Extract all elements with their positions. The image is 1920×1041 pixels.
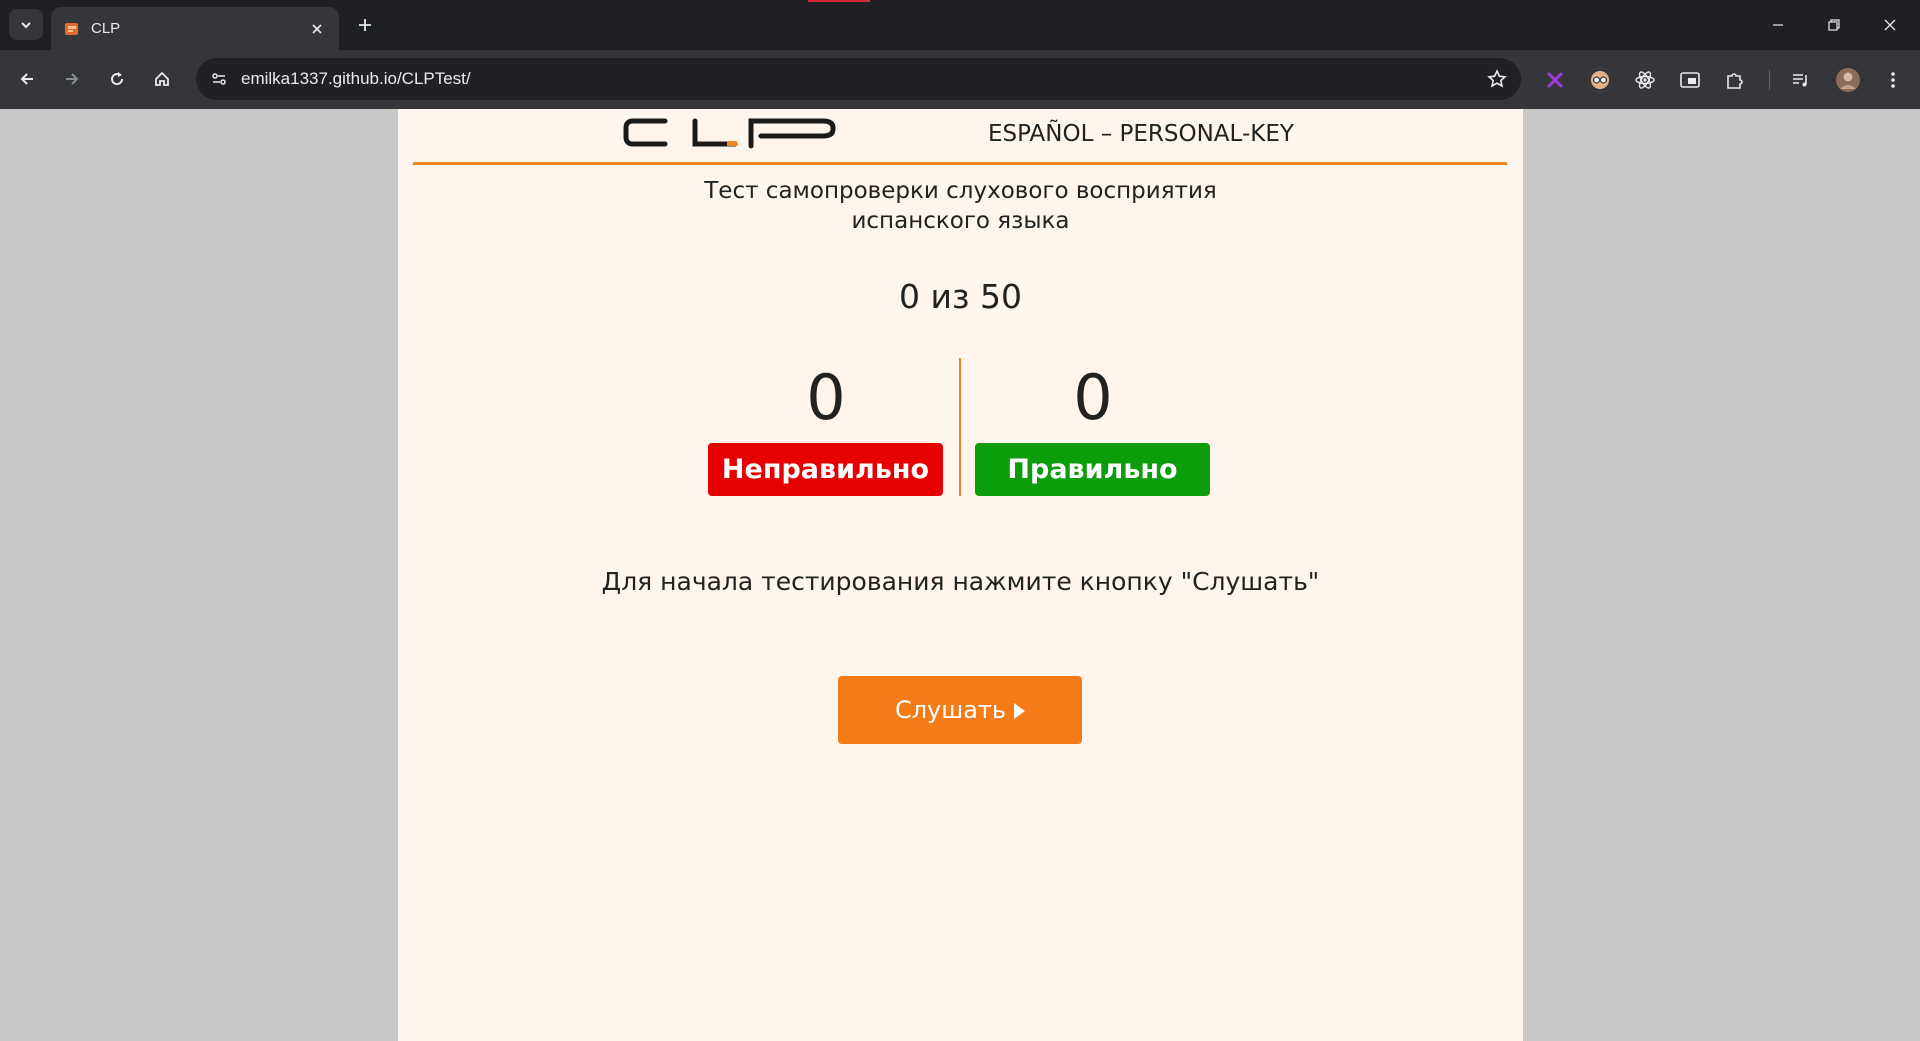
reload-icon — [111, 72, 124, 86]
address-bar[interactable]: emilka1337.github.io/CLPTest/ — [196, 58, 1521, 100]
extension-button-4[interactable] — [1676, 66, 1704, 94]
test-title: Тест самопроверки слухового восприятия и… — [398, 176, 1523, 236]
test-title-line-1: Тест самопроверки слухового восприятия — [704, 178, 1217, 204]
tab-strip: CLP — [0, 0, 1920, 50]
close-window-button[interactable] — [1862, 0, 1918, 50]
play-icon — [1014, 703, 1026, 719]
extension-button-2[interactable] — [1586, 66, 1614, 94]
home-icon — [155, 71, 169, 86]
media-icon — [1793, 74, 1807, 87]
browser-menu-button[interactable] — [1879, 66, 1907, 94]
plus-icon — [359, 19, 371, 31]
site-info-icon — [212, 73, 226, 85]
media-control-button[interactable] — [1787, 66, 1815, 94]
minimize-button[interactable] — [1750, 0, 1806, 50]
extension-button-1[interactable] — [1541, 66, 1569, 94]
puzzle-icon — [1727, 73, 1743, 89]
active-tab[interactable]: CLP — [51, 7, 339, 50]
tab-favicon-icon — [63, 20, 81, 38]
forward-icon — [66, 73, 79, 85]
right-label: Правильно — [975, 443, 1210, 496]
clp-logo — [623, 118, 836, 149]
extension-button-3[interactable] — [1631, 66, 1659, 94]
react-devtools-icon — [1635, 71, 1655, 89]
x-mark-extension-icon — [1546, 71, 1564, 89]
page-container: ESPAÑOL – PERSONAL-KEY Тест самопроверки… — [398, 109, 1523, 1041]
close-icon — [1884, 19, 1896, 31]
extensions-menu-button[interactable] — [1721, 66, 1749, 94]
site-info-button[interactable] — [204, 64, 234, 94]
tab-search-button[interactable] — [9, 9, 43, 40]
brand-title: ESPAÑOL – PERSONAL-KEY — [988, 121, 1294, 147]
more-vert-icon — [1891, 72, 1895, 88]
restore-button[interactable] — [1806, 0, 1862, 50]
wrong-count: 0 — [806, 361, 846, 434]
bookmark-button[interactable] — [1485, 67, 1509, 91]
close-tab-button[interactable] — [307, 19, 327, 39]
url-text[interactable]: emilka1337.github.io/CLPTest/ — [241, 58, 471, 100]
close-icon — [312, 23, 322, 34]
profile-button[interactable] — [1834, 66, 1862, 94]
instruction-text: Для начала тестирования нажмите кнопку "… — [601, 567, 1320, 596]
forward-button[interactable] — [55, 62, 89, 96]
minimize-icon — [1773, 24, 1783, 26]
back-icon — [20, 73, 33, 85]
score-divider — [959, 358, 961, 496]
glasses-extension-icon — [1591, 71, 1609, 89]
wrong-label: Неправильно — [708, 443, 943, 496]
page-viewport: ESPAÑOL – PERSONAL-KEY Тест самопроверки… — [0, 109, 1920, 1041]
back-button[interactable] — [10, 62, 44, 96]
chevron-down-icon — [21, 21, 31, 28]
wrong-score-block: 0 Неправильно — [708, 358, 944, 496]
picture-in-picture-icon — [1680, 72, 1700, 88]
star-icon — [1487, 69, 1507, 88]
new-tab-button[interactable] — [352, 12, 378, 38]
right-count: 0 — [1073, 361, 1113, 434]
home-button[interactable] — [145, 62, 179, 96]
tab-title: CLP — [91, 20, 121, 37]
recording-indicator — [808, 0, 870, 2]
profile-avatar — [1836, 68, 1860, 92]
restore-icon — [1828, 19, 1840, 31]
test-title-line-2: испанского языка — [851, 208, 1070, 234]
browser-chrome: CLP emilka1337.github.io/CLPTest/ — [0, 0, 1920, 109]
question-counter: 0 из 50 — [899, 277, 1022, 316]
right-score-block: 0 Правильно — [975, 358, 1211, 496]
listen-button-label: Слушать — [894, 696, 1007, 724]
browser-toolbar: emilka1337.github.io/CLPTest/ — [0, 50, 1920, 109]
listen-button[interactable]: Слушать — [838, 676, 1082, 744]
site-header: ESPAÑOL – PERSONAL-KEY — [413, 109, 1507, 165]
reload-button[interactable] — [100, 62, 134, 96]
toolbar-divider — [1769, 70, 1770, 90]
